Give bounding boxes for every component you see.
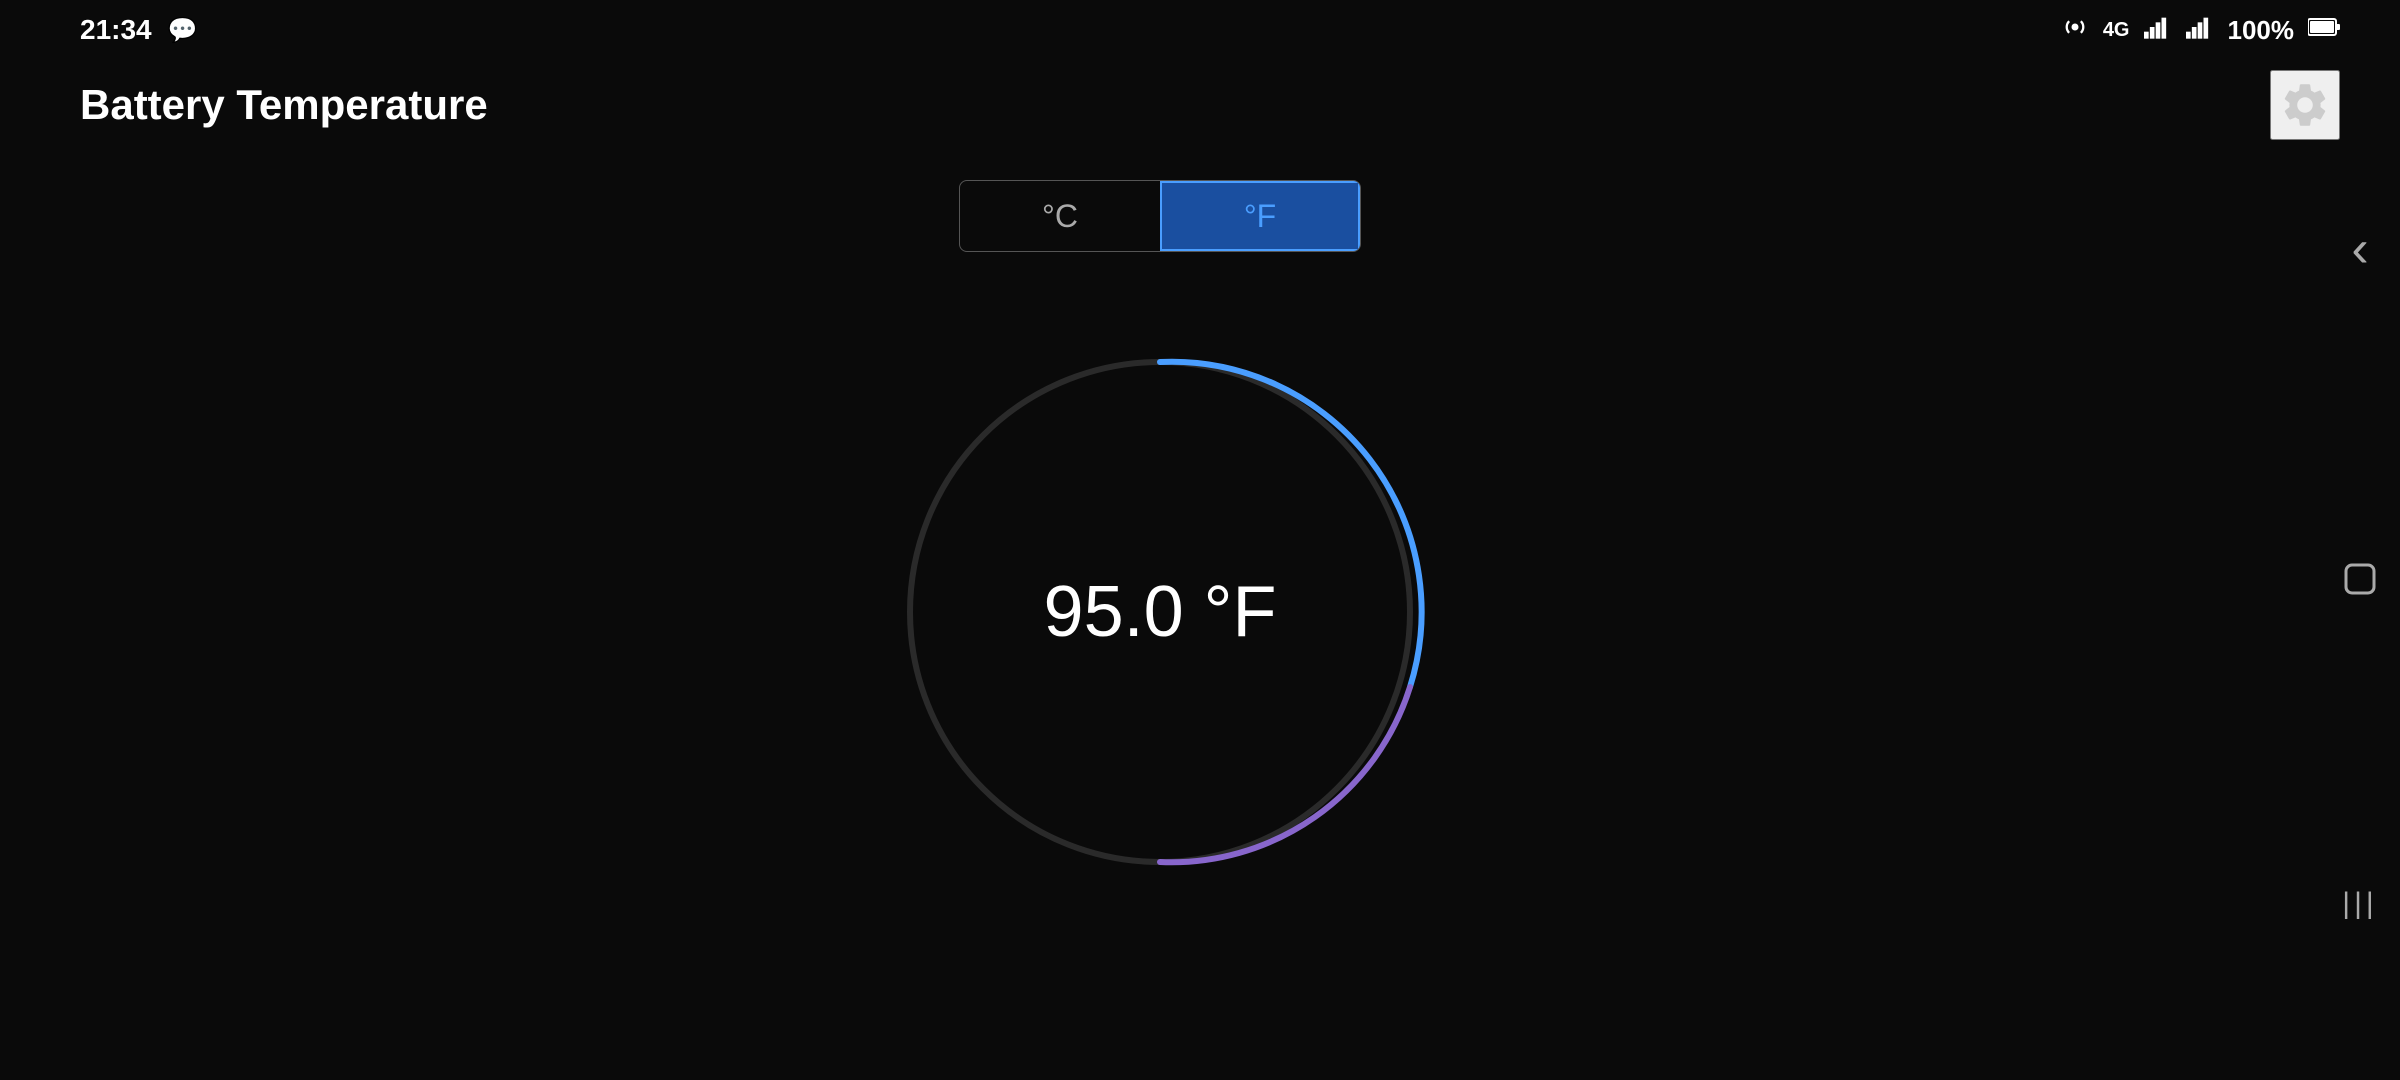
temperature-value: 95.0 °F [1044, 571, 1277, 653]
right-nav: ‹ ||| [2320, 0, 2400, 1080]
page-title: Battery Temperature [80, 81, 488, 129]
signal-icon-1 [2144, 15, 2172, 45]
celsius-button[interactable]: °C [960, 181, 1160, 251]
signal-icon-2 [2186, 15, 2214, 45]
recent-button[interactable]: ||| [2342, 887, 2377, 921]
status-bar-left: 21:34 💬 [80, 14, 198, 46]
gauge-container: 95.0 °F [860, 312, 1460, 912]
app-header: Battery Temperature [0, 60, 2400, 150]
status-bar: 21:34 💬 4G [0, 0, 2400, 60]
status-bar-right: 4G 100% [2061, 13, 2340, 47]
home-button[interactable] [2338, 557, 2382, 610]
fahrenheit-button[interactable]: °F [1160, 181, 1360, 251]
battery-percentage: 100% [2228, 15, 2295, 46]
battery-icon [2308, 17, 2340, 43]
hotspot-icon [2061, 13, 2089, 47]
unit-toggle: °C °F [959, 180, 1361, 252]
main-content: °C °F 95.0 °F [0, 150, 2320, 1080]
4g-icon: 4G [2103, 19, 2130, 42]
back-button[interactable]: ‹ [2351, 219, 2368, 279]
whatsapp-icon: 💬 [168, 16, 198, 45]
status-time: 21:34 [80, 14, 152, 46]
